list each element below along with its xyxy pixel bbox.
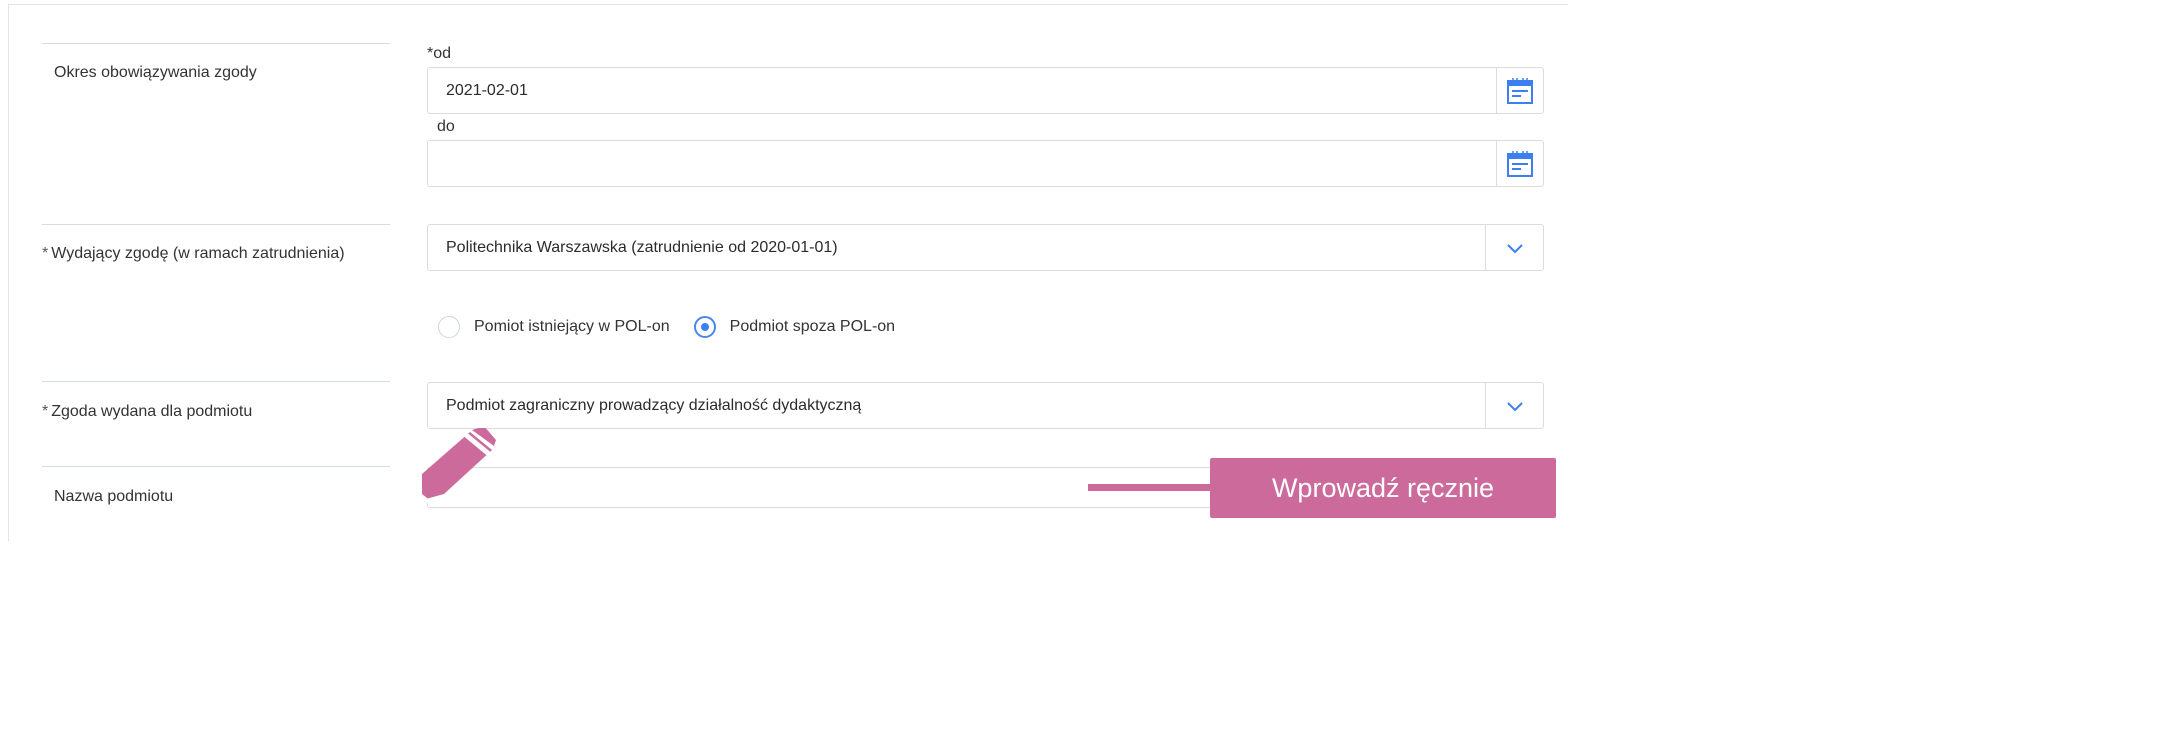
radio-pomiot-pol-on[interactable] <box>438 316 460 338</box>
date-to-field[interactable] <box>427 140 1544 187</box>
chevron-down-icon <box>1506 401 1523 411</box>
calendar-button-to[interactable] <box>1496 141 1543 186</box>
issuer-dropdown-toggle[interactable] <box>1485 225 1543 270</box>
consent-for-label: * Zgoda wydana dla podmiotu <box>42 403 252 421</box>
calendar-icon <box>1507 150 1533 177</box>
pencil-icon <box>422 428 496 504</box>
validity-label: Okres obowiązywania zgody <box>54 64 257 81</box>
consent-for-label-text: Zgoda wydana dla podmiotu <box>51 403 253 420</box>
required-mark: * <box>42 245 49 262</box>
chevron-down-icon <box>1506 243 1523 253</box>
calendar-button-from[interactable] <box>1496 68 1543 113</box>
divider <box>42 43 390 44</box>
consent-for-dropdown-toggle[interactable] <box>1485 383 1543 428</box>
required-mark: * <box>42 403 49 420</box>
to-label: do <box>437 118 455 135</box>
date-from-field[interactable]: 2021-02-01 <box>427 67 1544 114</box>
radio-label: Pomiot istniejący w POL-on <box>474 318 670 335</box>
consent-for-select[interactable]: Podmiot zagraniczny prowadzący działalno… <box>427 382 1544 429</box>
callout-connector <box>1088 484 1212 491</box>
entity-name-label: Nazwa podmiotu <box>54 488 174 505</box>
callout-manual-entry: Wprowadź ręcznie <box>1210 458 1556 518</box>
radio-podmiot-spoza-pol-on[interactable] <box>693 316 716 338</box>
issuer-label-text: Wydający zgodę (w ramach zatrudnienia) <box>51 245 345 262</box>
divider <box>42 466 390 467</box>
radio-label: Podmiot spoza POL-on <box>729 318 896 335</box>
divider <box>42 381 390 382</box>
issuer-select[interactable]: Politechnika Warszawska (zatrudnienie od… <box>427 224 1544 271</box>
date-from-value: 2021-02-01 <box>446 82 528 99</box>
entity-source-radio-group: Pomiot istniejący w POL-on Podmiot spoza… <box>438 312 919 342</box>
from-label: *od <box>427 45 452 62</box>
issuer-value: Politechnika Warszawska (zatrudnienie od… <box>446 239 838 256</box>
calendar-icon <box>1507 77 1533 104</box>
divider <box>42 224 390 225</box>
issuer-label: * Wydający zgodę (w ramach zatrudnienia) <box>42 245 345 263</box>
consent-for-value: Podmiot zagraniczny prowadzący działalno… <box>446 397 862 414</box>
